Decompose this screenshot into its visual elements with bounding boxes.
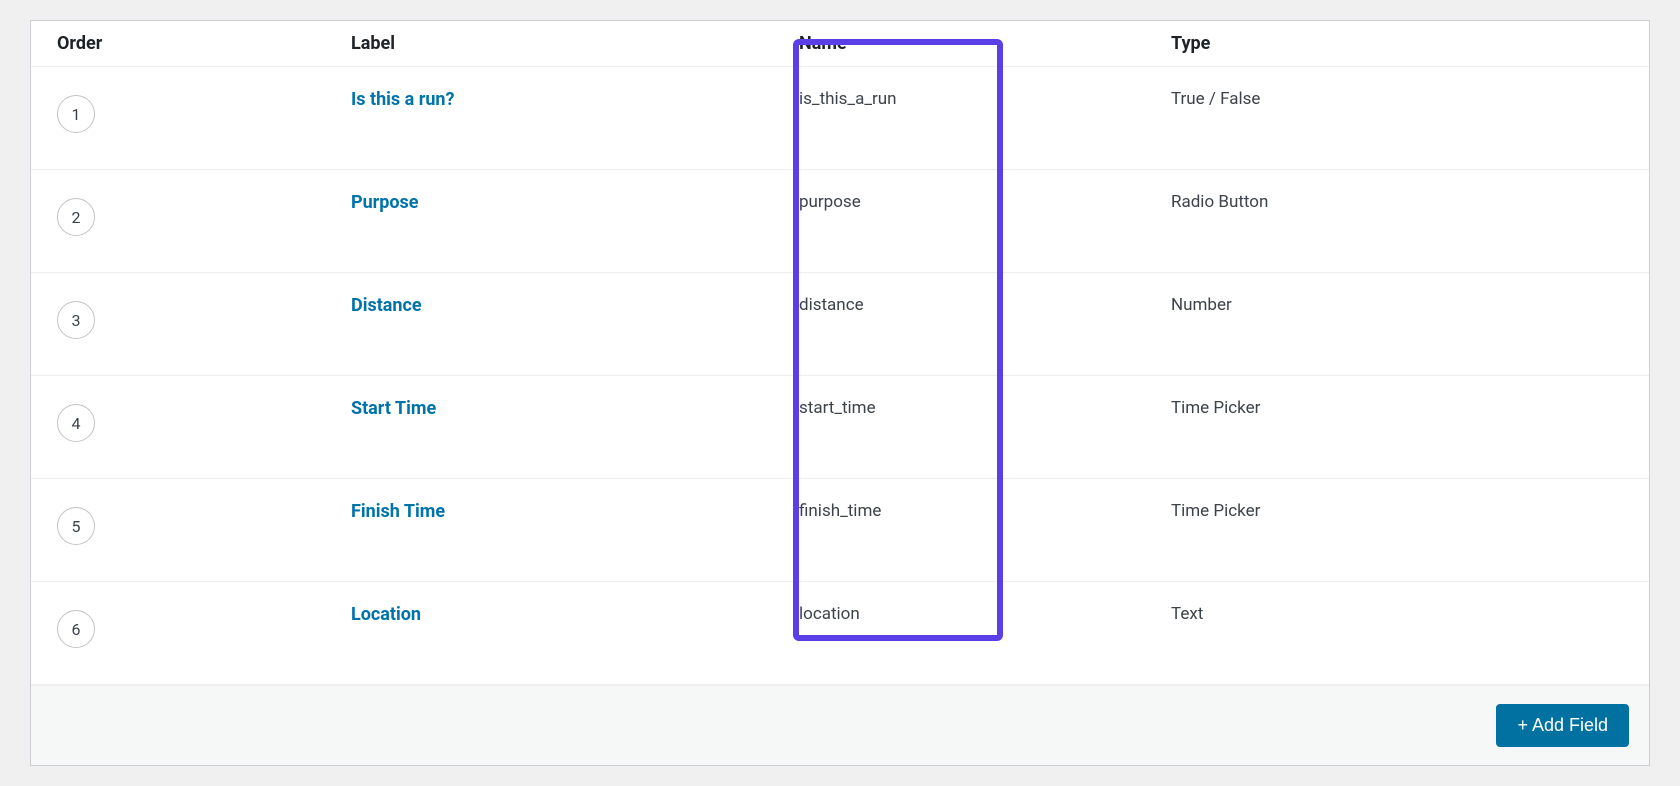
field-row[interactable]: 4 Start Time start_time Time Picker xyxy=(31,376,1649,479)
field-type: True / False xyxy=(1171,89,1629,109)
field-row[interactable]: 6 Location location Text xyxy=(31,582,1649,685)
column-header-order: Order xyxy=(51,33,351,54)
order-badge[interactable]: 2 xyxy=(57,198,95,236)
order-cell: 5 xyxy=(51,501,351,545)
column-header-type: Type xyxy=(1171,33,1629,54)
order-cell: 6 xyxy=(51,604,351,648)
order-cell: 1 xyxy=(51,89,351,133)
field-label-link[interactable]: Location xyxy=(351,604,421,625)
field-type: Text xyxy=(1171,604,1629,624)
field-row[interactable]: 3 Distance distance Number xyxy=(31,273,1649,376)
field-label-link[interactable]: Finish Time xyxy=(351,501,445,522)
field-name: start_time xyxy=(791,398,1171,418)
field-type: Radio Button xyxy=(1171,192,1629,212)
order-badge[interactable]: 6 xyxy=(57,610,95,648)
field-type: Time Picker xyxy=(1171,398,1629,418)
field-row[interactable]: 2 Purpose purpose Radio Button xyxy=(31,170,1649,273)
field-name: finish_time xyxy=(791,501,1171,521)
column-header-name: Name xyxy=(791,33,1171,54)
label-cell: Start Time xyxy=(351,398,791,419)
table-header-row: Order Label Name Type xyxy=(31,21,1649,67)
label-cell: Distance xyxy=(351,295,791,316)
field-row[interactable]: 1 Is this a run? is_this_a_run True / Fa… xyxy=(31,67,1649,170)
label-cell: Purpose xyxy=(351,192,791,213)
label-cell: Location xyxy=(351,604,791,625)
field-name: location xyxy=(791,604,1171,624)
label-cell: Is this a run? xyxy=(351,89,791,110)
field-type: Time Picker xyxy=(1171,501,1629,521)
order-cell: 4 xyxy=(51,398,351,442)
column-header-label: Label xyxy=(351,33,791,54)
field-name: is_this_a_run xyxy=(791,89,1171,109)
order-badge[interactable]: 3 xyxy=(57,301,95,339)
order-badge[interactable]: 1 xyxy=(57,95,95,133)
field-label-link[interactable]: Start Time xyxy=(351,398,436,419)
order-badge[interactable]: 5 xyxy=(57,507,95,545)
field-label-link[interactable]: Distance xyxy=(351,295,422,316)
field-row[interactable]: 5 Finish Time finish_time Time Picker xyxy=(31,479,1649,582)
field-group-table: Order Label Name Type 1 Is this a run? i… xyxy=(30,20,1650,766)
add-field-button[interactable]: + Add Field xyxy=(1496,704,1629,747)
field-label-link[interactable]: Purpose xyxy=(351,192,419,213)
field-name: distance xyxy=(791,295,1171,315)
order-badge[interactable]: 4 xyxy=(57,404,95,442)
table-footer: + Add Field xyxy=(31,685,1649,765)
field-name: purpose xyxy=(791,192,1171,212)
field-label-link[interactable]: Is this a run? xyxy=(351,89,454,110)
label-cell: Finish Time xyxy=(351,501,791,522)
order-cell: 3 xyxy=(51,295,351,339)
order-cell: 2 xyxy=(51,192,351,236)
field-type: Number xyxy=(1171,295,1629,315)
